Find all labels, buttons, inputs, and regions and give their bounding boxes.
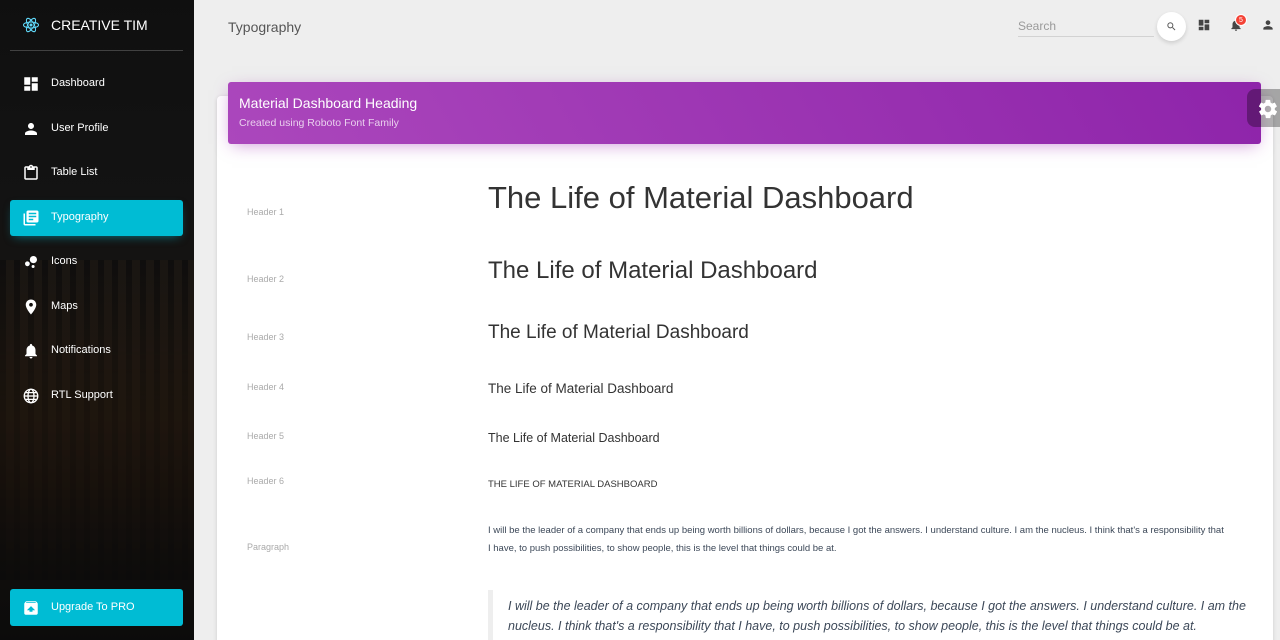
upgrade-label: Upgrade To PRO bbox=[51, 601, 135, 613]
upgrade-to-pro-button[interactable]: Upgrade To PRO bbox=[10, 589, 183, 626]
type-label-header-4: Header 4 bbox=[247, 382, 285, 392]
type-label-header-6: Header 6 bbox=[247, 476, 285, 486]
person-icon bbox=[25, 122, 37, 135]
sidebar: CREATIVE TIM Dashboard User Profile Tabl… bbox=[0, 0, 194, 640]
sidebar-item-label: Maps bbox=[51, 299, 78, 312]
sidebar-item-notifications[interactable]: Notifications bbox=[10, 333, 183, 369]
type-label-header-3: Header 3 bbox=[247, 332, 285, 342]
brand-name: CREATIVE TIM bbox=[51, 17, 148, 33]
logo-divider bbox=[10, 50, 183, 51]
dashboard-icon[interactable] bbox=[1197, 18, 1211, 32]
gear-icon bbox=[1258, 99, 1278, 119]
blockquote: I will be the leader of a company that e… bbox=[488, 590, 1248, 640]
sidebar-item-label: Table List bbox=[51, 166, 98, 178]
search-button[interactable] bbox=[1157, 12, 1186, 41]
location-pin-icon bbox=[25, 299, 37, 314]
sidebar-item-rtl-support[interactable]: RTL Support bbox=[10, 378, 183, 414]
card-title: Material Dashboard Heading bbox=[239, 95, 418, 111]
type-label-header-2: Header 2 bbox=[247, 274, 285, 284]
brand-logo[interactable]: CREATIVE TIM bbox=[0, 0, 194, 50]
sidebar-item-icons[interactable]: Icons bbox=[10, 244, 183, 280]
sidebar-item-typography[interactable]: Typography bbox=[10, 199, 183, 236]
header-2-sample: The Life of Material Dashboard bbox=[488, 257, 818, 284]
search-input[interactable] bbox=[1018, 15, 1154, 37]
sidebar-item-label: Typography bbox=[51, 210, 109, 223]
typography-card bbox=[217, 96, 1273, 640]
card-header: Material Dashboard Heading Created using… bbox=[228, 82, 1261, 144]
dashboard-icon bbox=[24, 77, 38, 91]
settings-plugin-button[interactable] bbox=[1247, 89, 1280, 127]
unarchive-icon bbox=[24, 601, 38, 615]
bubble-chart-icon bbox=[25, 256, 37, 268]
type-label-header-5: Header 5 bbox=[247, 431, 285, 441]
search-icon bbox=[1167, 22, 1176, 31]
sidebar-item-label: Icons bbox=[51, 255, 78, 267]
sidebar-item-dashboard[interactable]: Dashboard bbox=[10, 66, 183, 102]
sidebar-item-label: Dashboard bbox=[51, 77, 105, 89]
page-title[interactable]: Typography bbox=[228, 19, 301, 35]
header-1-sample: The Life of Material Dashboard bbox=[488, 180, 914, 215]
paragraph-sample: I will be the leader of a company that e… bbox=[488, 525, 1224, 554]
type-label-header-1: Header 1 bbox=[247, 207, 285, 217]
header-4-sample: The Life of Material Dashboard bbox=[488, 381, 674, 396]
quote-text: I will be the leader of a company that e… bbox=[508, 599, 1246, 633]
sidebar-item-label: Notifications bbox=[51, 344, 111, 356]
header-5-sample: The Life of Material Dashboard bbox=[488, 431, 660, 445]
library-books-icon bbox=[23, 210, 39, 225]
header-3-sample: The Life of Material Dashboard bbox=[488, 322, 749, 343]
sidebar-item-maps[interactable]: Maps bbox=[10, 289, 183, 325]
language-icon bbox=[23, 388, 39, 403]
sidebar-item-user-profile[interactable]: User Profile bbox=[10, 111, 183, 147]
type-label-paragraph: Paragraph bbox=[247, 542, 290, 552]
react-atom-icon bbox=[22, 17, 40, 33]
sidebar-item-table-list[interactable]: Table List bbox=[10, 155, 183, 191]
header-6-sample: The Life of Material Dashboard bbox=[488, 479, 658, 490]
sidebar-item-label: User Profile bbox=[51, 121, 109, 134]
clipboard-icon bbox=[24, 164, 38, 180]
person-icon[interactable] bbox=[1261, 18, 1275, 32]
card-category: Created using Roboto Font Family bbox=[239, 117, 399, 129]
bell-icon bbox=[25, 343, 37, 359]
notification-badge: 5 bbox=[1235, 14, 1247, 26]
sidebar-nav: Dashboard User Profile Table List Typogr… bbox=[10, 66, 183, 422]
sidebar-item-label: RTL Support bbox=[51, 388, 113, 401]
